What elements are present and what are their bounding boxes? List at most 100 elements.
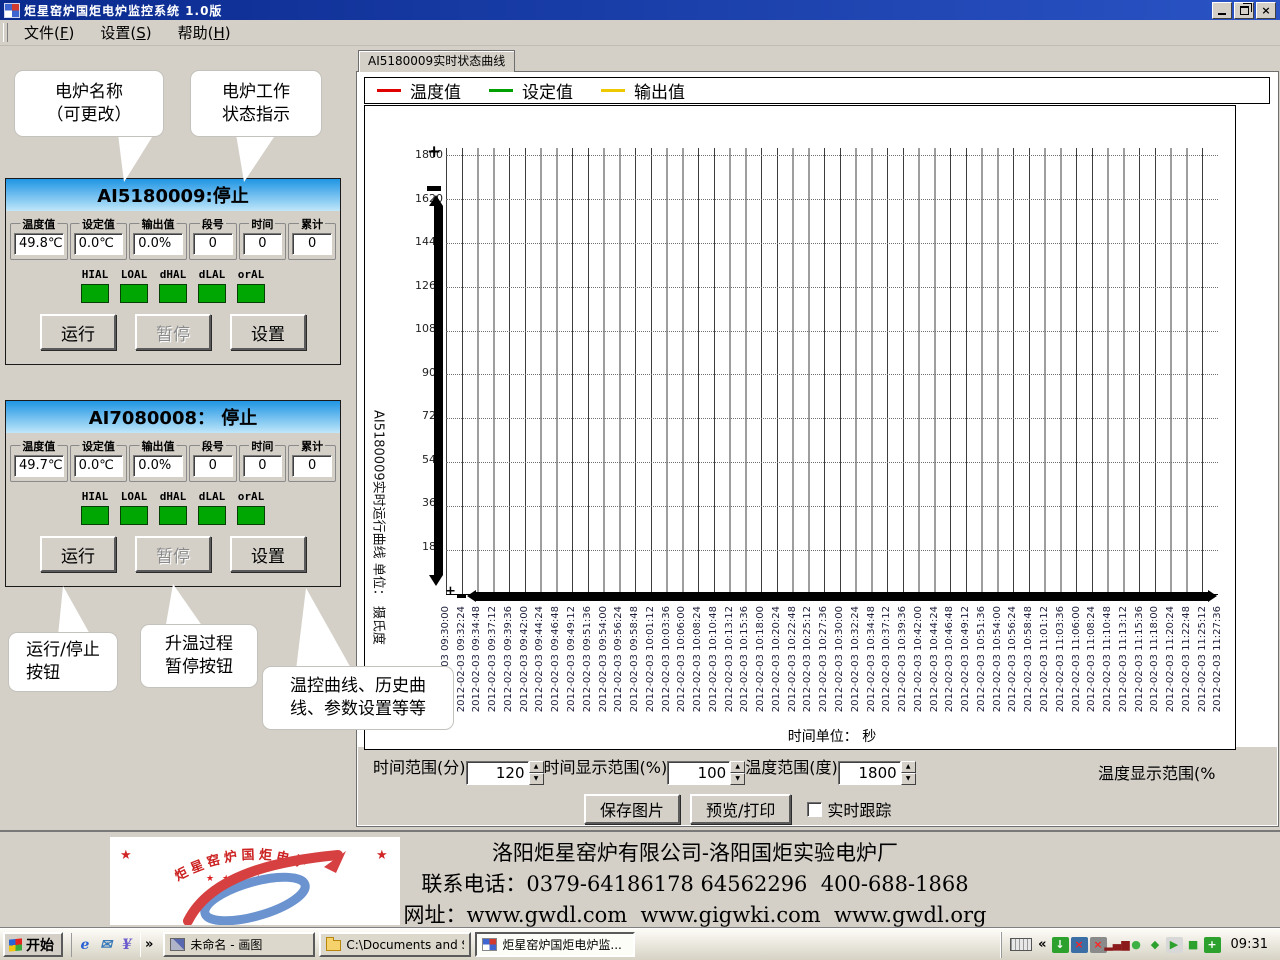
x-tick-label: 2012-02-03 09:44:24 — [535, 606, 545, 712]
furnace-control-button[interactable]: 运行 — [40, 536, 116, 572]
close-button[interactable] — [1256, 2, 1276, 19]
network-offline-icon[interactable]: × — [1071, 937, 1088, 953]
x-tick-label: 2012-02-03 10:34:48 — [867, 606, 877, 712]
field-group: 时间 0 — [239, 445, 287, 482]
x-tick: 2012-02-03 11:08:24 — [1084, 606, 1100, 724]
database-run-icon[interactable]: ▶ — [1166, 937, 1183, 953]
minimize-icon — [1218, 13, 1226, 15]
furnace-control-button[interactable]: 暂停 — [135, 536, 211, 572]
spinner-value[interactable]: 120 — [466, 761, 529, 785]
zoom-in-x-icon[interactable] — [445, 584, 456, 599]
furnace-control-button[interactable]: 设置 — [230, 314, 306, 350]
spin-up-icon[interactable] — [730, 761, 745, 773]
alarm-indicator: HIAL — [81, 268, 109, 303]
tray-chevron-icon[interactable]: « — [1038, 937, 1046, 952]
tab-realtime-curve[interactable]: AI5180009实时状态曲线 — [358, 50, 515, 72]
field-label: 段号 — [200, 216, 226, 232]
x-tick-label: 2012-02-03 09:39:36 — [504, 606, 514, 712]
realtime-track-option[interactable]: 实时跟踪 — [807, 797, 891, 821]
internet-globe-icon[interactable]: ● — [1128, 937, 1145, 953]
x-tick-label: 2012-02-03 10:03:36 — [662, 606, 672, 712]
spinner-value[interactable]: 1800 — [838, 761, 901, 785]
spinner-group: 温度范围(度)1800 — [745, 754, 916, 785]
scroll-right-icon[interactable] — [1208, 590, 1217, 602]
x-tick-label: 2012-02-03 11:25:12 — [1198, 606, 1208, 712]
signal-strength-icon[interactable]: ▂▄▆ — [1109, 937, 1126, 953]
menu-item[interactable]: 帮助(H) — [168, 20, 241, 45]
chart-legend: 温度值 设定值 输出值 — [364, 77, 1270, 104]
field-label: 输出值 — [140, 216, 177, 232]
taskbar-task-button[interactable]: 炬星窑炉国炬电炉监... — [475, 932, 635, 957]
spin-up-icon[interactable] — [901, 761, 916, 773]
outlook-express-icon[interactable]: ✉ — [97, 936, 115, 954]
alarm-indicator: dHAL — [159, 490, 187, 525]
scroll-down-icon[interactable] — [429, 575, 443, 586]
realtime-track-checkbox[interactable] — [807, 802, 822, 817]
spinner-input[interactable]: 1800 — [838, 761, 916, 785]
spinner-value[interactable]: 100 — [667, 761, 730, 785]
x-tick: 2012-02-03 10:10:48 — [706, 606, 722, 724]
alarm-lamp-icon — [159, 284, 187, 303]
scroll-up-icon[interactable] — [429, 195, 443, 206]
messenger-icon[interactable]: ¥ — [118, 936, 136, 954]
spin-down-icon[interactable] — [901, 773, 916, 785]
gridline — [446, 506, 1218, 507]
furnace-control-button[interactable]: 暂停 — [135, 314, 211, 350]
menu-item[interactable]: 设置(S) — [90, 20, 161, 45]
x-tick: 2012-02-03 10:37:12 — [879, 606, 895, 724]
spin-down-icon[interactable] — [730, 773, 745, 785]
spinner-input[interactable]: 120 — [466, 761, 544, 785]
update-download-icon[interactable]: ↓ — [1052, 937, 1069, 953]
x-tick-label: 2012-02-03 10:20:24 — [772, 606, 782, 712]
x-tick: 2012-02-03 10:51:36 — [974, 606, 990, 724]
spin-up-icon[interactable] — [529, 761, 544, 773]
x-tick-label: 2012-02-03 10:44:24 — [930, 606, 940, 712]
alarm-indicator: LOAL — [120, 268, 148, 303]
safety-plus-icon[interactable]: + — [1204, 937, 1221, 953]
x-tick: 2012-02-03 09:34:48 — [470, 606, 486, 724]
zoom-out-x-icon[interactable] — [457, 594, 466, 598]
scroll-left-icon[interactable] — [467, 590, 476, 602]
restore-button[interactable] — [1234, 2, 1254, 19]
x-tick: 2012-02-03 10:01:12 — [643, 606, 659, 724]
x-axis-unit-note: 时间单位： 秒 — [446, 726, 1218, 746]
field-label: 累计 — [299, 216, 325, 232]
field-group: 累计 0 — [288, 223, 336, 260]
x-tick-label: 2012-02-03 11:10:48 — [1103, 606, 1113, 712]
menu-item[interactable]: 文件(F) — [14, 20, 84, 45]
legend-color-dash — [489, 89, 513, 92]
x-tick-label: 2012-02-03 10:06:00 — [677, 606, 687, 712]
field-group: 段号 0 — [189, 223, 237, 260]
x-tick-label: 2012-02-03 10:58:48 — [1024, 606, 1034, 712]
field-label: 时间 — [249, 438, 275, 454]
preview-print-button[interactable]: 预览/打印 — [690, 794, 791, 824]
alarm-label: dHAL — [160, 268, 187, 281]
x-tick: 2012-02-03 10:54:00 — [990, 606, 1006, 724]
keyboard-layout-icon[interactable] — [1010, 938, 1032, 951]
spin-down-icon[interactable] — [529, 773, 544, 785]
furnace-control-button[interactable]: 设置 — [230, 536, 306, 572]
app-icon — [482, 938, 497, 951]
field-value: 49.8℃ — [14, 233, 64, 255]
vertical-axis-scrollbar[interactable] — [434, 206, 443, 575]
horizontal-axis-scrollbar[interactable] — [476, 592, 1208, 601]
spinner-input[interactable]: 100 — [667, 761, 745, 785]
antivirus-shield-icon[interactable]: ◆ — [1147, 937, 1164, 953]
ie-icon[interactable]: e — [76, 936, 94, 954]
legend-item: 设定值 — [489, 78, 573, 103]
minimize-button[interactable] — [1212, 2, 1232, 19]
field-label: 设定值 — [80, 216, 117, 232]
alarm-label: orAL — [238, 268, 265, 281]
field-group: 累计 0 — [288, 445, 336, 482]
zoom-in-y-icon[interactable] — [427, 142, 441, 162]
start-button[interactable]: 开始 — [3, 932, 63, 957]
mailbox-icon[interactable]: ■ — [1185, 937, 1202, 953]
taskbar-task-button[interactable]: 未命名 - 画图 — [163, 932, 315, 957]
x-tick-label: 2012-02-03 09:56:24 — [614, 606, 624, 712]
save-image-button[interactable]: 保存图片 — [584, 794, 680, 824]
taskbar-task-button[interactable]: C:\Documents and Se... — [319, 932, 471, 957]
furnace-control-button[interactable]: 运行 — [40, 314, 116, 350]
quick-launch-overflow-icon[interactable]: » — [145, 937, 153, 952]
gridline — [446, 418, 1218, 419]
zoom-out-y-icon[interactable] — [427, 186, 441, 191]
